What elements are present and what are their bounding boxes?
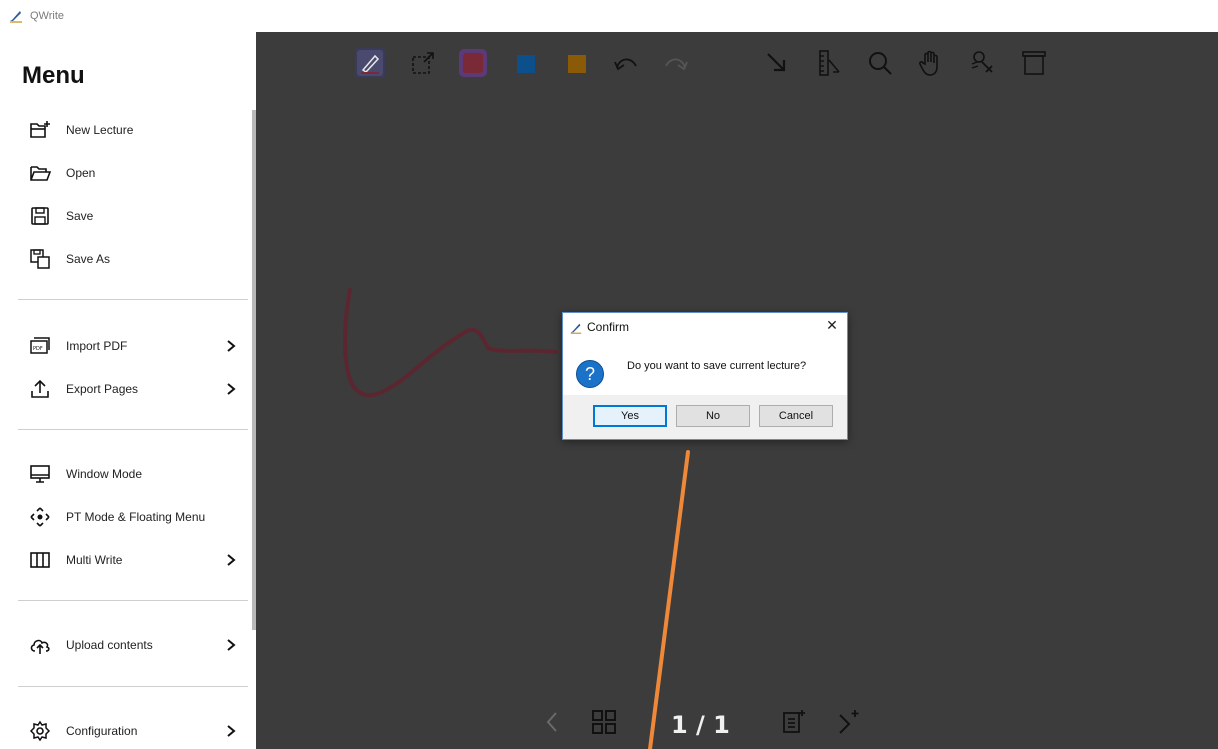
menu-separator	[18, 600, 248, 601]
pen-icon	[355, 48, 385, 78]
dialog-title-bar: Confirm	[563, 313, 847, 341]
menu-item-multi-write[interactable]: Multi Write	[0, 542, 252, 578]
page-indicator: 1 / 1	[671, 711, 730, 739]
yes-button[interactable]: Yes	[593, 405, 667, 427]
dialog-title: Confirm	[587, 320, 630, 334]
ruler-icon	[819, 50, 840, 76]
prev-page-button[interactable]	[540, 702, 564, 742]
new-folder-icon	[28, 118, 52, 142]
window-title-bar: QWrite	[0, 0, 1218, 32]
hand-icon	[919, 50, 938, 76]
menu-scrollbar[interactable]	[252, 110, 256, 630]
menu-item-open[interactable]: Open	[0, 155, 252, 191]
export-icon	[28, 377, 52, 401]
gear-icon	[28, 719, 52, 743]
page-grid-button[interactable]	[590, 702, 618, 742]
grid-icon	[592, 710, 616, 734]
laser-pointer-icon	[971, 51, 993, 73]
laser-tool-button[interactable]	[964, 44, 1002, 82]
magnifier-icon	[869, 52, 892, 75]
whiteboard-icon	[1022, 51, 1046, 75]
chevron-left-icon	[546, 712, 557, 732]
color-swatch-orange-icon	[568, 55, 586, 73]
whiteboard-tool-button[interactable]	[1015, 44, 1053, 82]
confirm-dialog: Confirm ✕ ? Do you want to save current …	[562, 312, 848, 440]
menu-item-window-mode[interactable]: Window Mode	[0, 456, 252, 492]
next-page-button[interactable]	[834, 702, 862, 742]
menu-item-configuration[interactable]: Configuration	[0, 713, 252, 749]
chevron-right-plus-icon	[839, 710, 859, 734]
menu-separator	[18, 686, 248, 687]
chevron-right-icon	[227, 554, 236, 566]
color-blue-button[interactable]	[506, 44, 544, 82]
arrow-icon	[767, 53, 786, 72]
menu-item-new-lecture[interactable]: New Lecture	[0, 112, 252, 148]
color-red-button[interactable]	[454, 44, 492, 82]
menu-item-pt-mode[interactable]: PT Mode & Floating Menu	[0, 499, 252, 535]
chevron-right-icon	[227, 340, 236, 352]
redo-button[interactable]	[657, 44, 695, 82]
columns-icon	[28, 548, 52, 572]
color-swatch-blue-icon	[517, 55, 535, 73]
monitor-icon	[28, 462, 52, 486]
save-icon	[28, 204, 52, 228]
menu-separator	[18, 299, 248, 300]
color-swatch-red-icon	[459, 49, 487, 77]
chevron-right-icon	[227, 383, 236, 395]
menu-title: Menu	[22, 62, 85, 89]
menu-item-save-as[interactable]: Save As	[0, 241, 252, 277]
redo-icon	[665, 58, 688, 71]
add-page-button[interactable]	[781, 702, 807, 742]
undo-icon	[614, 58, 637, 71]
app-logo-icon	[8, 8, 24, 24]
color-orange-button[interactable]	[557, 44, 595, 82]
menu-item-upload-contents[interactable]: Upload contents	[0, 627, 252, 663]
menu-item-save[interactable]: Save	[0, 198, 252, 234]
close-icon[interactable]: ✕	[823, 317, 841, 335]
menu-item-import-pdf[interactable]: PDF Import PDF	[0, 328, 252, 364]
save-as-icon	[28, 247, 52, 271]
open-folder-icon	[28, 161, 52, 185]
menu-item-export-pages[interactable]: Export Pages	[0, 371, 252, 407]
ruler-tool-button[interactable]	[809, 44, 847, 82]
no-button[interactable]: No	[676, 405, 750, 427]
pan-tool-button[interactable]	[912, 44, 950, 82]
selection-icon	[412, 52, 434, 74]
move-arrows-icon	[28, 505, 52, 529]
chevron-right-icon	[227, 725, 236, 737]
zoom-tool-button[interactable]	[861, 44, 899, 82]
pen-tool-button[interactable]	[351, 44, 389, 82]
app-logo-icon	[569, 320, 583, 334]
arrow-tool-button[interactable]	[758, 44, 796, 82]
dialog-message: Do you want to save current lecture?	[627, 360, 807, 372]
chevron-right-icon	[227, 639, 236, 651]
add-page-icon	[783, 710, 805, 733]
cloud-upload-icon	[28, 633, 52, 657]
select-tool-button[interactable]	[404, 44, 442, 82]
window-title: QWrite	[30, 10, 65, 22]
pdf-icon: PDF	[28, 334, 52, 358]
question-icon: ?	[576, 360, 604, 388]
undo-button[interactable]	[607, 44, 645, 82]
dialog-footer: Yes No Cancel	[563, 395, 847, 439]
svg-text:PDF: PDF	[33, 346, 43, 352]
menu-sidebar: Menu New Lecture Open Save Save As PDF I…	[0, 32, 256, 749]
menu-separator	[18, 429, 248, 430]
cancel-button[interactable]: Cancel	[759, 405, 833, 427]
